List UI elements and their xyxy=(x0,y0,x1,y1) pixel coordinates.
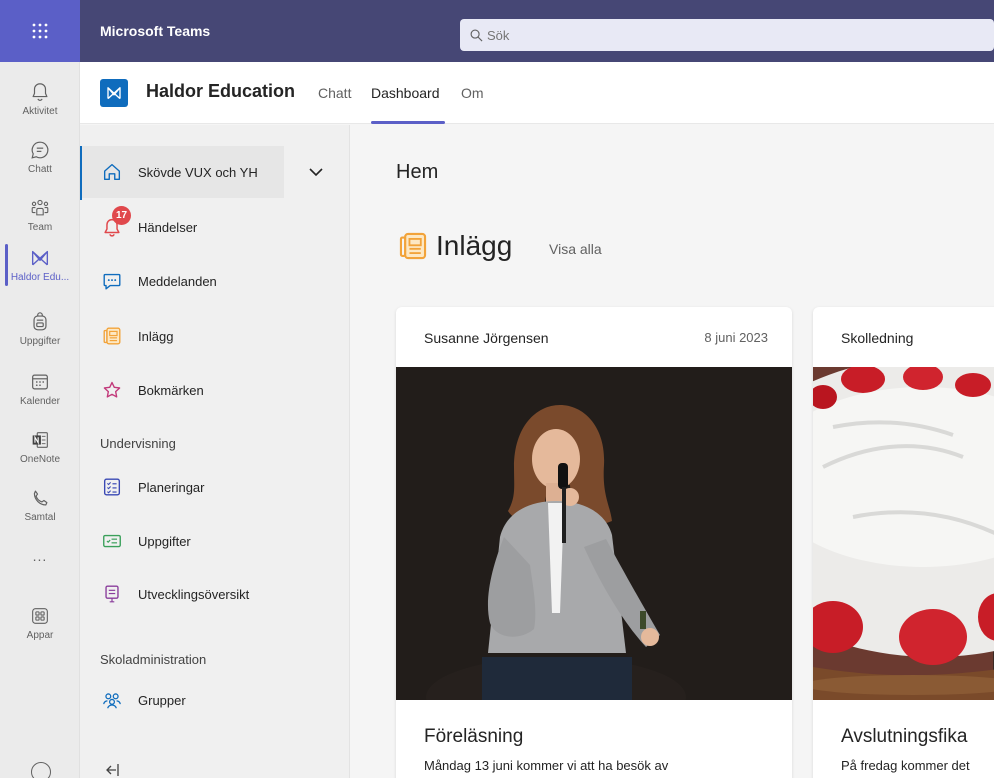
checklist-icon xyxy=(100,475,124,499)
collapse-sidebar-icon[interactable] xyxy=(102,760,122,778)
app-title: Microsoft Teams xyxy=(100,23,211,39)
active-tab-indicator xyxy=(371,121,445,124)
nav-item-groups[interactable]: Grupper xyxy=(80,674,350,726)
tab-chat[interactable]: Chatt xyxy=(318,85,351,101)
notification-badge: 17 xyxy=(112,206,132,225)
backpack-icon xyxy=(33,312,47,331)
rail-label: Kalender xyxy=(19,396,61,407)
nav-item-events[interactable]: 17 Händelser xyxy=(80,201,350,253)
nav-label: Meddelanden xyxy=(138,273,217,289)
post-icon xyxy=(399,232,427,260)
rail-item-onenote[interactable]: OneNote xyxy=(0,418,80,476)
help-icon[interactable] xyxy=(31,762,51,778)
nav-label: Händelser xyxy=(138,219,198,235)
rail-label: Appar xyxy=(26,630,54,641)
rail-item-chat[interactable]: Chatt xyxy=(0,128,80,186)
nav-label: Uppgifter xyxy=(138,533,191,549)
apps-icon xyxy=(32,608,48,624)
haldor-icon xyxy=(31,250,49,266)
rail-item-activity[interactable]: Aktivitet xyxy=(0,70,80,128)
rail-item-haldor[interactable]: Haldor Edu... xyxy=(0,236,80,294)
rail-label: Chatt xyxy=(28,164,52,175)
tab-about[interactable]: Om xyxy=(461,85,484,101)
haldor-logo-icon xyxy=(107,87,121,100)
page-title: Hem xyxy=(396,161,439,183)
bell-icon xyxy=(32,83,48,101)
people-icon xyxy=(100,688,124,712)
chat-icon xyxy=(31,141,49,159)
rail-item-calls[interactable]: Samtal xyxy=(0,476,80,534)
rail-item-calendar[interactable]: Kalender xyxy=(0,360,80,418)
team-icon xyxy=(31,199,49,216)
post-title: Föreläsning xyxy=(424,726,524,747)
nav-item-posts[interactable]: Inlägg xyxy=(80,310,350,362)
section-label-teaching: Undervisning xyxy=(100,436,176,451)
post-author: Skolledning xyxy=(841,330,914,346)
rail-item-apps[interactable]: Appar xyxy=(0,594,80,652)
search-icon xyxy=(470,29,483,41)
post-image xyxy=(396,367,792,700)
chevron-down-icon[interactable] xyxy=(306,162,326,182)
rail-label: OneNote xyxy=(19,454,61,465)
waffle-icon xyxy=(32,23,48,39)
rail-item-assignments[interactable]: Uppgifter xyxy=(0,300,80,358)
school-selector[interactable]: Skövde VUX och YH xyxy=(80,146,284,200)
school-name: Skövde VUX och YH xyxy=(138,164,258,180)
post-date: 8 juni 2023 xyxy=(704,330,768,345)
nav-label: Grupper xyxy=(138,692,186,708)
haldor-logo xyxy=(100,79,128,107)
more-icon: ... xyxy=(32,547,48,564)
app-rail: Aktivitet Chatt Team Haldor Edu... Uppgi… xyxy=(0,62,80,778)
post-card[interactable]: Skolledning Avslutningsfika På fredag ko… xyxy=(813,307,994,778)
nav-item-development-overview[interactable]: Utvecklingsöversikt xyxy=(80,568,350,620)
nav-label: Utvecklingsöversikt xyxy=(138,586,250,602)
teams-title-bar: Microsoft Teams xyxy=(0,0,994,62)
search-box[interactable] xyxy=(460,19,994,51)
rail-label: Haldor Edu... xyxy=(10,272,70,283)
rail-more-button[interactable]: ... xyxy=(0,534,80,574)
calendar-icon xyxy=(32,374,48,390)
rail-label: Aktivitet xyxy=(22,106,58,117)
home-icon xyxy=(100,160,124,184)
bell-icon: 17 xyxy=(100,206,132,239)
view-all-link[interactable]: Visa alla xyxy=(549,241,602,257)
phone-icon xyxy=(33,490,48,506)
post-card[interactable]: Susanne Jörgensen 8 juni 2023 Föreläsnin… xyxy=(396,307,792,778)
post-excerpt: På fredag kommer det xyxy=(841,758,970,773)
nav-label: Inlägg xyxy=(138,328,174,344)
post-image xyxy=(813,367,994,700)
app-header: Haldor Education Chatt Dashboard Om xyxy=(80,62,994,124)
tab-dashboard[interactable]: Dashboard xyxy=(371,85,440,101)
rail-label: Samtal xyxy=(24,512,56,523)
app-name: Haldor Education xyxy=(146,81,296,101)
star-icon xyxy=(100,378,124,402)
nav-label: Bokmärken xyxy=(138,382,204,398)
section-label-school-admin: Skoladministration xyxy=(100,652,207,667)
progress-icon xyxy=(100,582,124,606)
app-navigation: Skövde VUX och YH 17 Händelser Meddeland… xyxy=(80,125,350,778)
rail-label: Team xyxy=(27,222,53,233)
post-author: Susanne Jörgensen xyxy=(424,330,549,346)
nav-item-messages[interactable]: Meddelanden xyxy=(80,255,350,307)
post-title: Avslutningsfika xyxy=(841,726,968,747)
nav-item-assignments[interactable]: Uppgifter xyxy=(80,515,350,567)
post-icon xyxy=(100,324,124,348)
section-title: Inlägg xyxy=(436,230,513,261)
rail-label: Uppgifter xyxy=(19,336,61,347)
assignment-icon xyxy=(100,529,124,553)
search-input[interactable] xyxy=(487,27,967,43)
posts-section-header: Inlägg xyxy=(396,229,512,263)
message-icon xyxy=(100,269,124,293)
nav-label: Planeringar xyxy=(138,479,205,495)
app-launcher-button[interactable] xyxy=(0,0,80,62)
nav-item-bookmarks[interactable]: Bokmärken xyxy=(80,364,350,416)
dashboard-content: Hem Inlägg Visa alla Susanne Jörgensen 8… xyxy=(351,125,994,778)
post-excerpt: Måndag 13 juni kommer vi att ha besök av xyxy=(424,758,669,773)
nav-item-plans[interactable]: Planeringar xyxy=(80,461,350,513)
onenote-icon xyxy=(32,432,48,448)
